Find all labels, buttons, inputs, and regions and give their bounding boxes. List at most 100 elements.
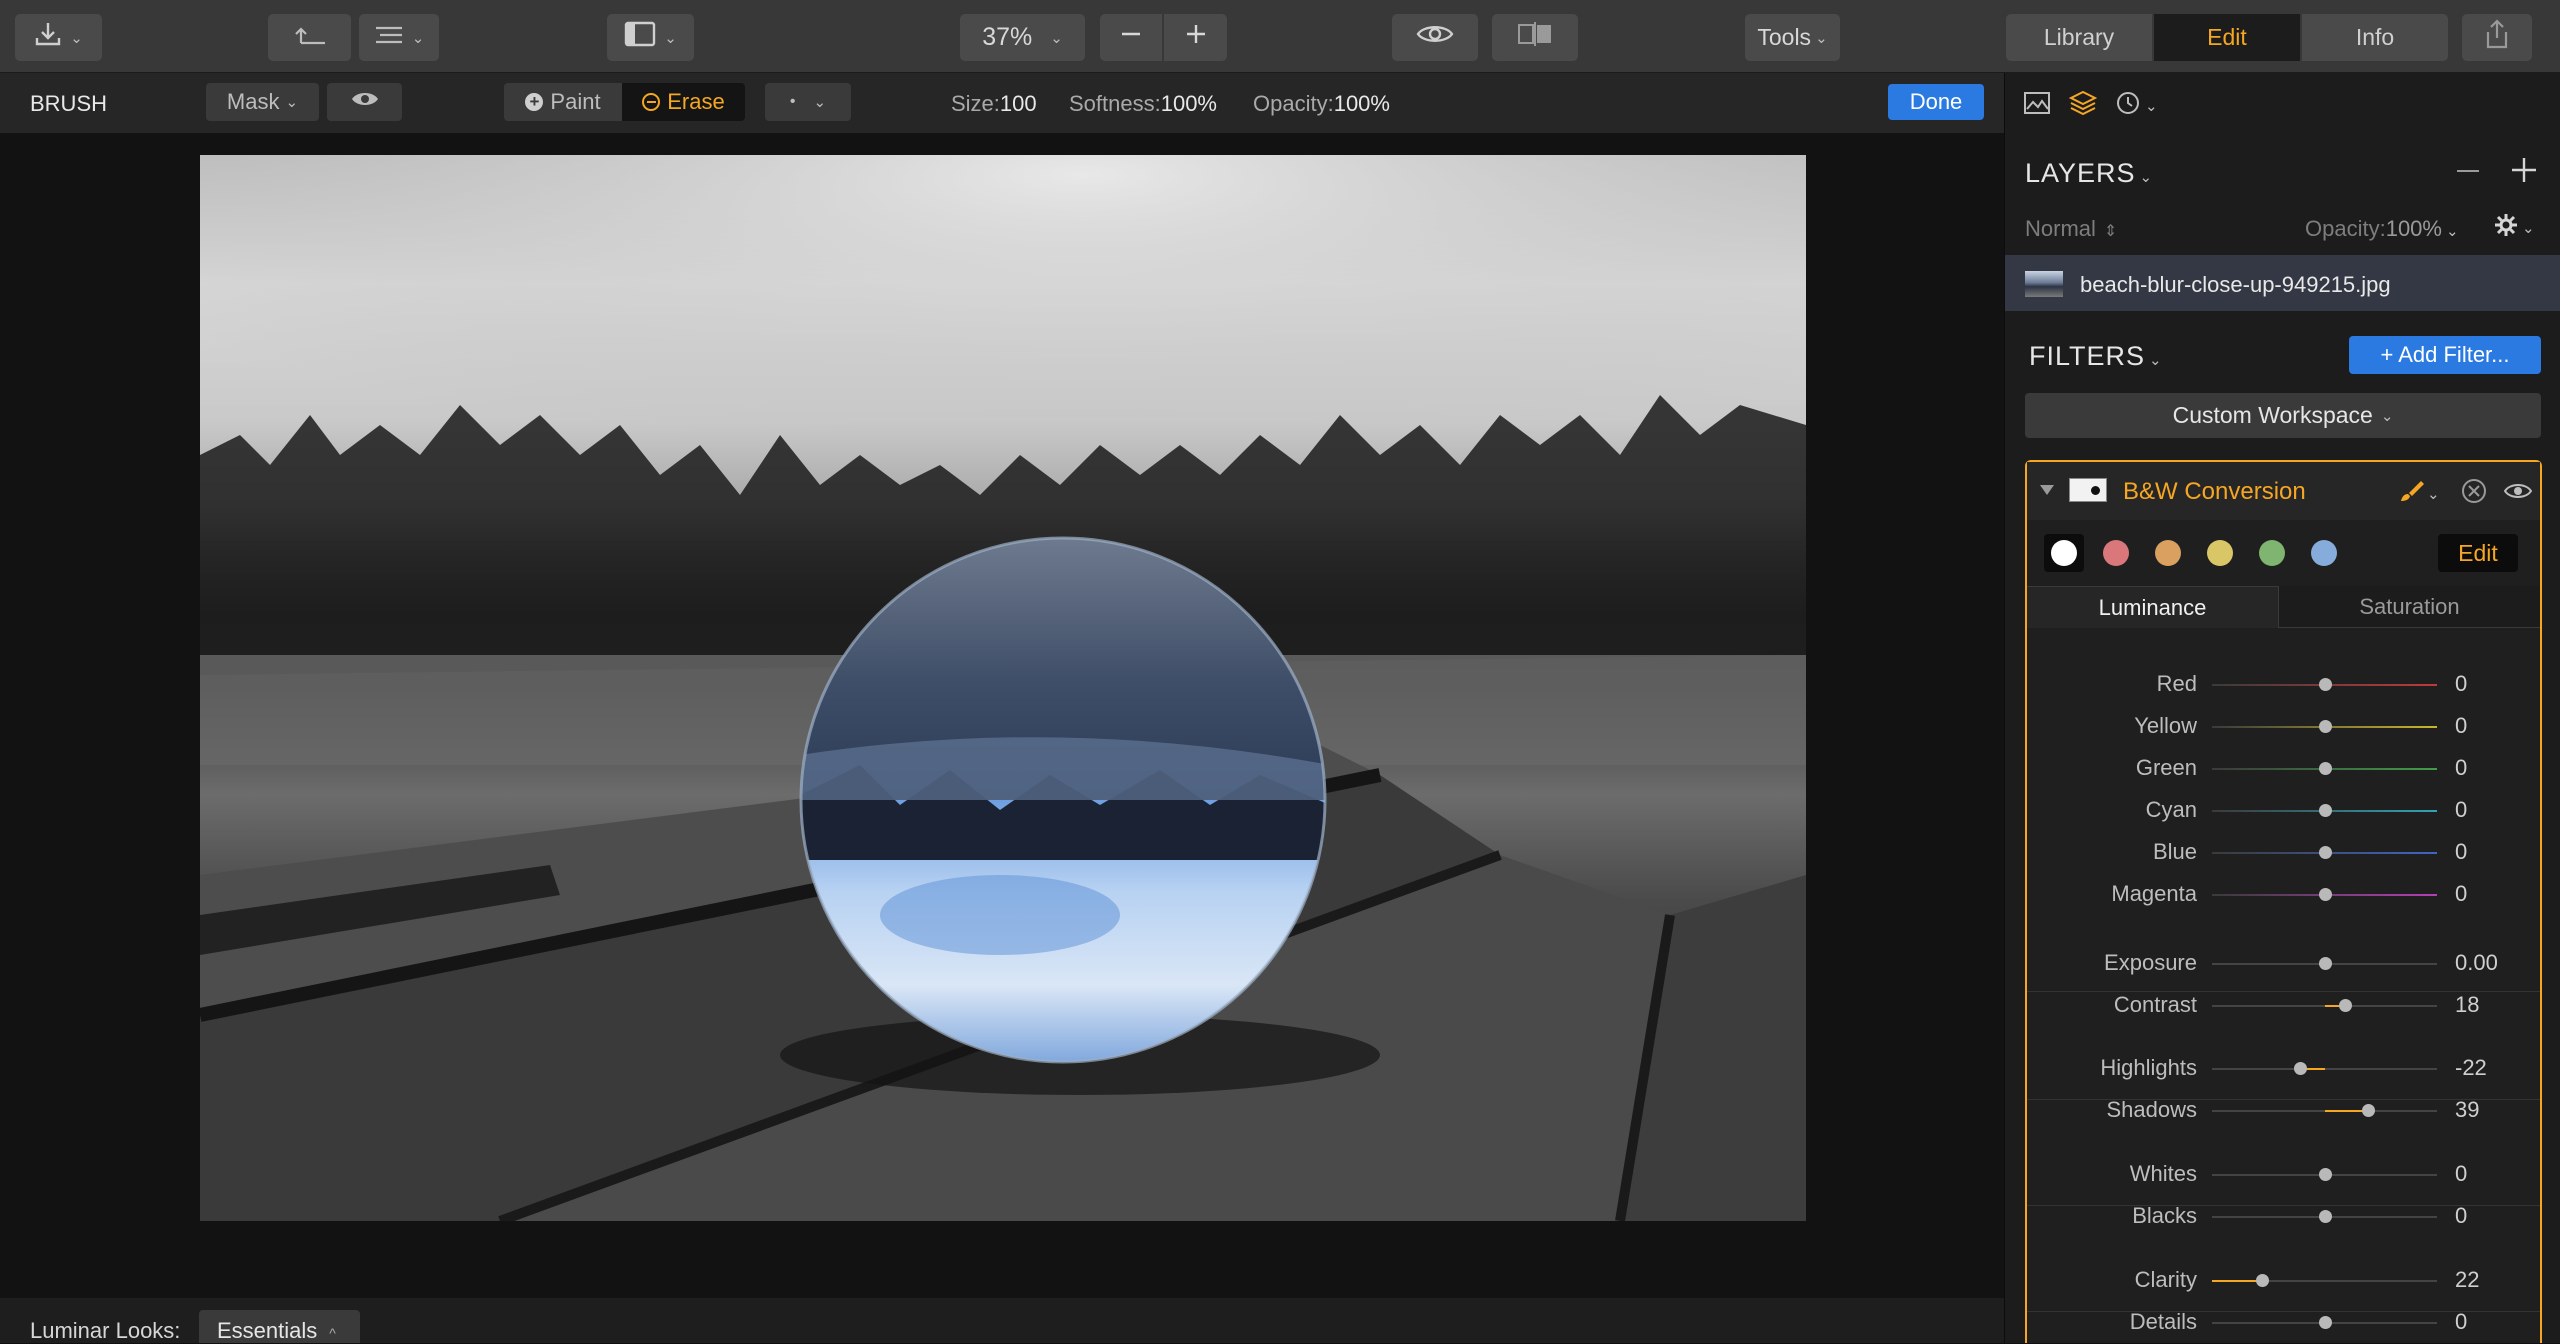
divider [2027, 1311, 2540, 1312]
blend-mode-select[interactable]: Normal ⇕ [2025, 216, 2117, 242]
tab-edit[interactable]: Edit [2154, 14, 2300, 61]
paint-button[interactable]: + Paint [504, 83, 622, 121]
done-button[interactable]: Done [1888, 84, 1984, 120]
tab-luminance[interactable]: Luminance [2027, 586, 2279, 628]
slider-knob[interactable] [2318, 1168, 2332, 1181]
zoom-select[interactable]: 37% ⌄ [960, 14, 1085, 61]
color-swatch[interactable] [2155, 540, 2181, 566]
brush-shape-select[interactable]: • ⌄ [765, 83, 851, 121]
edit-label: Edit [2458, 539, 2498, 566]
looks-value: Essentials [217, 1318, 318, 1343]
slider-label: Shadows [2106, 1097, 2197, 1122]
slider-track[interactable] [2212, 1068, 2437, 1070]
eye-icon [1416, 22, 1454, 53]
minus-icon [2455, 170, 2481, 188]
slider-knob[interactable] [2318, 957, 2332, 970]
chevron-down-icon: ⌄ [664, 29, 677, 47]
undo-icon [293, 23, 327, 52]
plus-icon [2510, 158, 2538, 188]
slider-knob[interactable] [2318, 720, 2332, 733]
add-layer-button[interactable] [2510, 156, 2538, 189]
erase-label: Erase [667, 89, 725, 114]
slider-value: 0 [2455, 1203, 2468, 1228]
color-swatch-row: Edit [2027, 520, 2540, 586]
slider-label: Clarity [2134, 1267, 2197, 1292]
brush-icon [2399, 479, 2425, 508]
layer-opacity[interactable]: Opacity:100% ⌄ [2305, 216, 2459, 242]
slider-knob[interactable] [2318, 1316, 2332, 1329]
color-swatch[interactable] [2207, 540, 2233, 566]
slider-knob[interactable] [2318, 804, 2332, 817]
edit-colors-button[interactable]: Edit [2438, 534, 2518, 572]
brush-size[interactable]: Size:100 [951, 91, 1037, 117]
layout-toggle-button[interactable]: ⌄ [607, 14, 694, 61]
layer-item[interactable]: beach-blur-close-up-949215.jpg [2005, 255, 2560, 311]
tab-luminance-label: Luminance [2098, 594, 2207, 620]
image-canvas[interactable] [0, 133, 2004, 1298]
slider-knob[interactable] [2318, 846, 2332, 859]
color-swatch[interactable] [2103, 540, 2129, 566]
history-button[interactable]: ⌄ [2115, 90, 2158, 121]
preview-button[interactable] [1392, 14, 1478, 61]
layer-settings-button[interactable]: ⌄ [2493, 212, 2535, 243]
mask-label: Mask [226, 89, 280, 114]
tools-menu-button[interactable]: Tools ⌄ [1745, 14, 1840, 61]
slider-label: Yellow [2134, 713, 2197, 738]
brush-title: BRUSH [30, 91, 108, 116]
add-filter-label: + Add Filter... [2380, 342, 2510, 367]
compare-button[interactable] [1492, 14, 1578, 61]
add-filter-button[interactable]: + Add Filter... [2349, 336, 2541, 374]
layer-name: beach-blur-close-up-949215.jpg [2080, 272, 2391, 297]
clock-icon [2115, 90, 2141, 121]
brush-opacity[interactable]: Opacity:100% [1253, 91, 1390, 117]
zoom-out-button[interactable] [1100, 14, 1162, 61]
layers-header[interactable]: LAYERS ⌄ [2025, 158, 2153, 189]
zoom-value: 37% [982, 23, 1033, 51]
slider-knob[interactable] [2318, 888, 2332, 901]
zoom-in-button[interactable] [1164, 14, 1227, 61]
undo-button[interactable] [268, 14, 351, 61]
slider-label: Cyan [2145, 797, 2197, 822]
remove-layer-button[interactable] [2455, 158, 2481, 189]
slider-knob[interactable] [2293, 1062, 2307, 1075]
layers-icon[interactable] [2068, 89, 2098, 122]
filter-visibility-button[interactable] [2503, 481, 2533, 506]
color-swatch[interactable] [2259, 540, 2285, 566]
mask-visibility-button[interactable] [327, 83, 402, 121]
tab-info[interactable]: Info [2302, 14, 2448, 61]
slider-knob[interactable] [2255, 1274, 2269, 1287]
workspace-select[interactable]: Custom Workspace ⌄ [2025, 393, 2541, 438]
erase-button[interactable]: Erase [622, 83, 745, 121]
brush-softness[interactable]: Softness:100% [1069, 91, 1217, 117]
collapse-triangle-icon[interactable] [2039, 483, 2055, 501]
divider [2027, 1205, 2540, 1206]
download-icon [34, 21, 62, 54]
slider-knob[interactable] [2318, 762, 2332, 775]
layer-thumbnail [2025, 271, 2063, 297]
slider-value: -22 [2455, 1055, 2487, 1080]
share-button[interactable] [2462, 14, 2532, 61]
slider-knob[interactable] [2338, 999, 2352, 1012]
looks-collection-select[interactable]: Essentials ^ [199, 1310, 360, 1343]
slider-knob[interactable] [2362, 1104, 2376, 1117]
filter-mask-button[interactable]: ⌄ [2399, 479, 2440, 508]
list-icon [374, 23, 404, 52]
chevron-down-icon: ⌄ [1815, 29, 1828, 47]
photo-preview[interactable] [200, 155, 1806, 1221]
filters-header[interactable]: FILTERS ⌄ [2029, 341, 2163, 372]
tab-library[interactable]: Library [2006, 14, 2152, 61]
layer-opacity-label: Opacity: [2305, 216, 2386, 241]
export-button[interactable]: ⌄ [15, 14, 102, 61]
history-list-button[interactable]: ⌄ [359, 14, 439, 61]
remove-filter-button[interactable] [2461, 478, 2487, 509]
tab-saturation[interactable]: Saturation [2279, 586, 2540, 628]
slider-fill [2212, 1280, 2262, 1282]
slider-knob[interactable] [2318, 1210, 2332, 1223]
mask-menu-button[interactable]: Mask ⌄ [206, 83, 319, 121]
histogram-icon[interactable] [2023, 91, 2051, 120]
slider-knob[interactable] [2318, 678, 2332, 691]
looks-bar: Luminar Looks: Essentials ^ [0, 1298, 2004, 1343]
color-swatch[interactable] [2311, 540, 2337, 566]
color-swatch[interactable] [2051, 540, 2077, 566]
minus-icon [1119, 22, 1143, 53]
